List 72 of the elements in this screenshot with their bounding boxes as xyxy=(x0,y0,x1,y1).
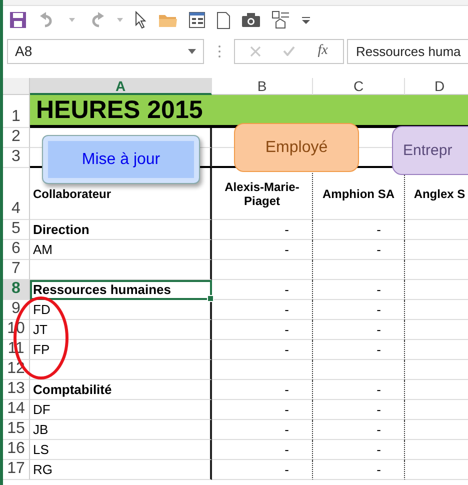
sheet-title: HEURES 2015 xyxy=(36,96,203,124)
formula-field[interactable]: Ressources huma xyxy=(347,38,468,64)
table-cell: - xyxy=(284,342,289,357)
table-cell: - xyxy=(376,222,381,237)
row-header[interactable]: 7 xyxy=(3,260,30,280)
save-icon[interactable] xyxy=(9,11,27,29)
table-cell: - xyxy=(284,382,289,397)
page-icon[interactable] xyxy=(217,12,230,28)
row-header[interactable]: 4 xyxy=(3,168,30,220)
row-header[interactable]: 8 xyxy=(3,280,30,300)
table-cell: - xyxy=(376,402,381,417)
row-header[interactable]: 2 xyxy=(3,128,30,148)
group-label: Direction xyxy=(33,222,90,237)
column-header[interactable]: A xyxy=(30,78,212,95)
row-header[interactable]: 6 xyxy=(3,240,30,260)
row-header[interactable]: 14 xyxy=(3,400,30,420)
table-cell: - xyxy=(376,342,381,357)
table-cell: - xyxy=(284,462,289,477)
table-cell: - xyxy=(376,322,381,337)
update-button[interactable]: Mise à jour xyxy=(42,135,200,184)
row-header[interactable]: 16 xyxy=(3,440,30,460)
collaborator-name: RG xyxy=(33,462,52,477)
column-heading: Anglex S xyxy=(414,186,466,200)
name-box[interactable]: A8 xyxy=(7,38,204,64)
collaborator-name: FP xyxy=(33,342,50,357)
collaborator-name: DF xyxy=(33,402,50,417)
shapes-icon[interactable] xyxy=(272,11,290,29)
row-header[interactable]: 5 xyxy=(3,220,30,240)
table-cell: - xyxy=(284,402,289,417)
table-cell: - xyxy=(376,302,381,317)
table-cell: - xyxy=(284,422,289,437)
table-cell: - xyxy=(376,282,381,297)
collaborator-name: JB xyxy=(33,422,48,437)
row-header[interactable]: 15 xyxy=(3,420,30,440)
table-cell: - xyxy=(376,462,381,477)
table-cell: - xyxy=(284,242,289,257)
column-header[interactable]: D xyxy=(405,78,468,95)
insert-function-button[interactable]: fx xyxy=(318,43,328,59)
column-heading: Alexis-Marie-Piaget xyxy=(224,180,300,208)
form-icon[interactable] xyxy=(189,12,205,28)
table-cell: - xyxy=(376,442,381,457)
row-header[interactable]: 13 xyxy=(3,380,30,400)
table-cell: - xyxy=(376,242,381,257)
customize-icon[interactable] xyxy=(302,16,310,24)
column-heading: Collaborateur xyxy=(33,186,112,200)
collaborator-name: JT xyxy=(33,322,48,337)
group-label: Ressources humaines xyxy=(33,282,172,297)
column-header[interactable]: B xyxy=(212,78,313,95)
shape-button[interactable]: Entrepr xyxy=(392,126,468,175)
table-cell: - xyxy=(284,222,289,237)
collaborator-name: LS xyxy=(33,442,49,457)
dropdown-icon[interactable] xyxy=(188,48,196,54)
group-label: Comptabilité xyxy=(33,382,112,397)
table-cell: - xyxy=(376,382,381,397)
pointer-icon[interactable] xyxy=(135,11,147,29)
table-cell: - xyxy=(284,442,289,457)
table-cell: - xyxy=(284,302,289,317)
collaborator-name: AM xyxy=(33,242,52,257)
row-header[interactable]: 1 xyxy=(3,95,30,128)
row-header[interactable]: 3 xyxy=(3,148,30,168)
camera-icon[interactable] xyxy=(242,13,260,27)
shape-button[interactable]: Employé xyxy=(234,123,359,172)
collaborator-name: FD xyxy=(33,302,50,317)
table-cell: - xyxy=(284,322,289,337)
grip-icon xyxy=(218,44,221,58)
check-icon[interactable] xyxy=(283,46,296,56)
table-cell: - xyxy=(376,422,381,437)
active-cell[interactable]: Ressources humaines xyxy=(30,280,212,300)
row-header[interactable]: 17 xyxy=(3,460,30,480)
column-heading: Amphion SA xyxy=(322,186,394,200)
table-cell: - xyxy=(284,282,289,297)
column-header[interactable]: C xyxy=(313,78,405,95)
